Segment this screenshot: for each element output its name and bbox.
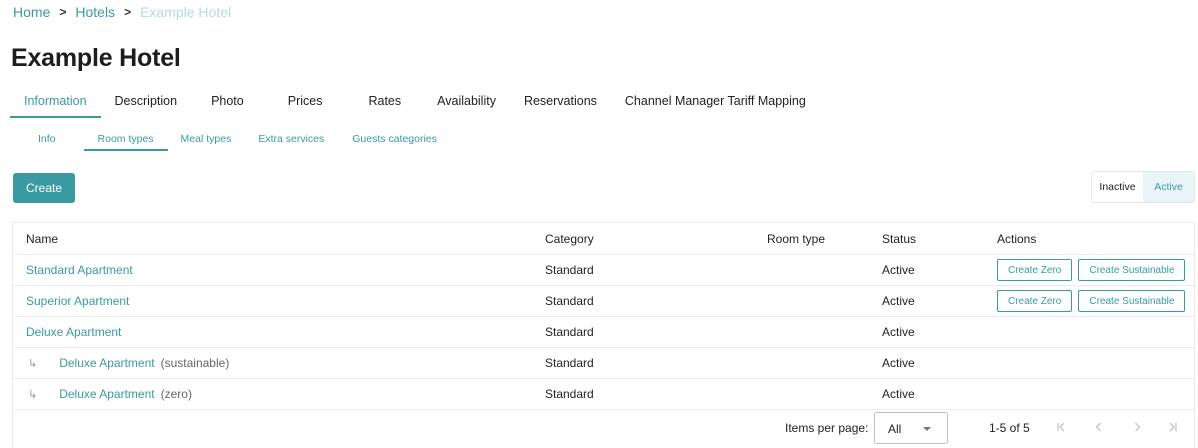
tab-availability[interactable]: Availability <box>423 86 510 118</box>
column-header-status: Status <box>882 231 917 246</box>
room-name-link[interactable]: Deluxe Apartment <box>59 356 154 370</box>
child-arrow-icon: ↳ <box>28 388 38 401</box>
breadcrumb-current: Example Hotel <box>140 4 232 20</box>
chevron-down-icon <box>923 427 931 431</box>
subtab-meal-types[interactable]: Meal types <box>181 126 232 151</box>
items-per-page-select[interactable]: All <box>874 412 948 444</box>
tab-rates[interactable]: Rates <box>346 86 423 118</box>
create-sustainable-button[interactable]: Create Sustainable <box>1078 259 1186 281</box>
room-status: Active <box>882 356 915 370</box>
room-category: Standard <box>545 263 594 277</box>
create-zero-button[interactable]: Create Zero <box>997 259 1073 281</box>
tab-prices[interactable]: Prices <box>264 86 347 118</box>
room-status: Active <box>882 263 915 277</box>
subtab-room-types[interactable]: Room types <box>83 126 168 151</box>
breadcrumb-home-link[interactable]: Home <box>13 4 50 20</box>
subtab-extra-services[interactable]: Extra services <box>258 126 324 151</box>
room-variant-label: (zero) <box>160 387 192 401</box>
page-title: Example Hotel <box>11 44 181 72</box>
breadcrumb: Home > Hotels > Example Hotel <box>13 4 231 20</box>
room-types-table: Name Category Room type Status Actions S… <box>12 222 1195 410</box>
column-header-category: Category <box>545 231 594 246</box>
subtab-info[interactable]: Info <box>38 126 56 151</box>
table-row: Standard Apartment Standard Active Creat… <box>13 255 1194 286</box>
chevron-left-icon[interactable] <box>1089 417 1109 437</box>
room-variant-label: (sustainable) <box>160 356 230 370</box>
room-name-link[interactable]: Deluxe Apartment <box>26 325 121 339</box>
table-row: ↳ Deluxe Apartment (sustainable) Standar… <box>13 348 1194 379</box>
status-toggle: Inactive Active <box>1091 171 1195 203</box>
room-category: Standard <box>545 325 594 339</box>
room-status: Active <box>882 325 915 339</box>
page-range-label: 1-5 of 5 <box>989 421 1030 435</box>
tab-photo[interactable]: Photo <box>191 86 264 118</box>
breadcrumb-separator: > <box>124 5 132 19</box>
room-name-link[interactable]: Deluxe Apartment <box>59 387 154 401</box>
tab-reservations[interactable]: Reservations <box>510 86 611 118</box>
child-arrow-icon: ↳ <box>28 357 38 370</box>
table-row: Superior Apartment Standard Active Creat… <box>13 286 1194 317</box>
column-header-actions: Actions <box>997 231 1037 246</box>
last-page-icon[interactable] <box>1163 417 1183 437</box>
table-header: Name Category Room type Status Actions <box>13 223 1194 255</box>
room-category: Standard <box>545 356 594 370</box>
room-name-link[interactable]: Superior Apartment <box>26 294 129 308</box>
first-page-icon[interactable] <box>1051 417 1071 437</box>
sub-tabs: Info Room types Meal types Extra service… <box>24 126 437 151</box>
tab-description[interactable]: Description <box>101 86 192 118</box>
table-row: Deluxe Apartment Standard Active <box>13 317 1194 348</box>
create-button[interactable]: Create <box>13 173 75 203</box>
main-tabs: Information Description Photo Prices Rat… <box>10 86 820 118</box>
breadcrumb-hotels-link[interactable]: Hotels <box>75 4 115 20</box>
items-per-page-value: All <box>888 422 902 436</box>
subtab-guests-categories[interactable]: Guests categories <box>352 126 437 151</box>
toggle-active[interactable]: Active <box>1143 172 1194 202</box>
room-category: Standard <box>545 294 594 308</box>
tab-information[interactable]: Information <box>10 86 101 118</box>
paginator: Items per page: All 1-5 of 5 <box>12 403 1195 448</box>
items-per-page-label: Items per page: <box>785 421 869 435</box>
create-zero-button[interactable]: Create Zero <box>997 290 1073 312</box>
column-header-room-type: Room type <box>767 231 826 246</box>
column-header-name: Name <box>26 231 59 246</box>
create-sustainable-button[interactable]: Create Sustainable <box>1078 290 1186 312</box>
toggle-inactive[interactable]: Inactive <box>1092 172 1143 202</box>
breadcrumb-separator: > <box>59 5 67 19</box>
room-name-link[interactable]: Standard Apartment <box>26 263 133 277</box>
room-status: Active <box>882 294 915 308</box>
chevron-right-icon[interactable] <box>1127 417 1147 437</box>
tab-channel-manager-tariff-mapping[interactable]: Channel Manager Tariff Mapping <box>611 86 820 118</box>
